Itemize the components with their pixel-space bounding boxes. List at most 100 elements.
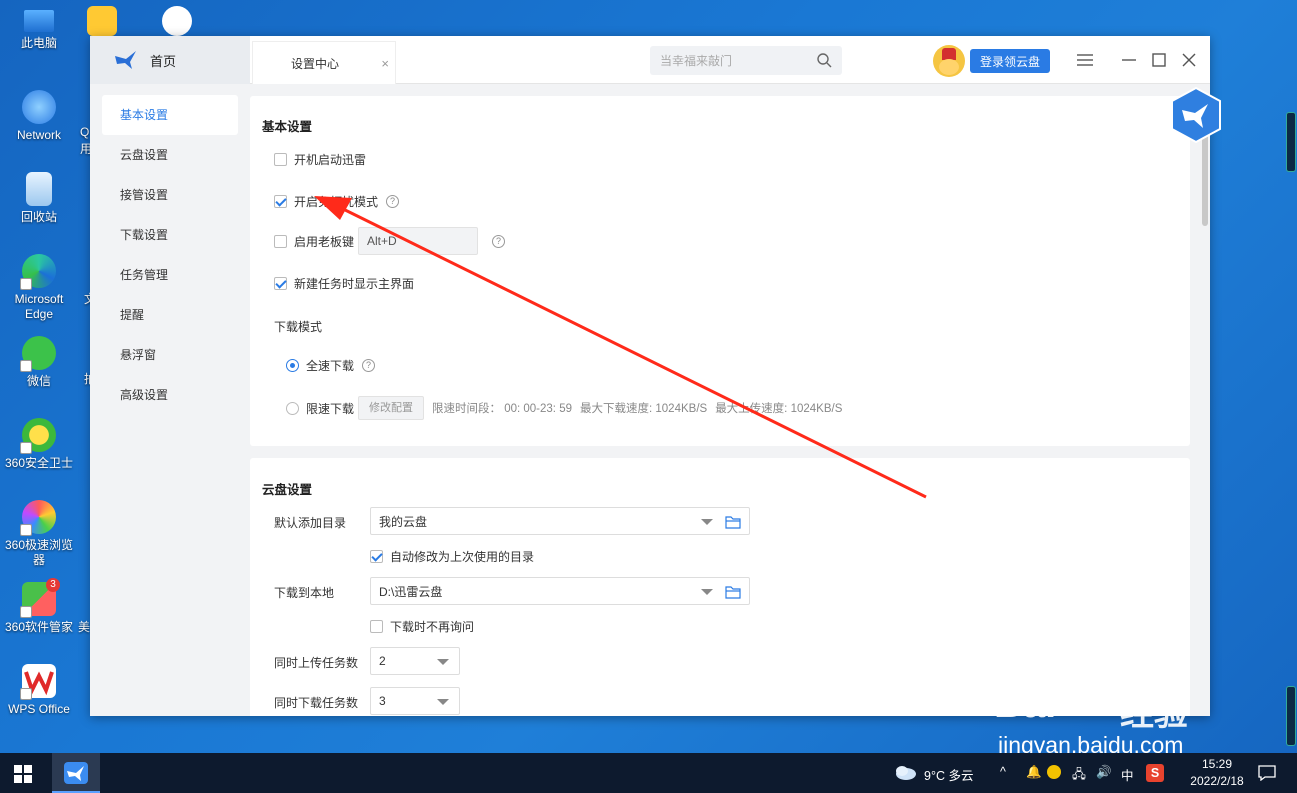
- tab-home[interactable]: 首页: [90, 36, 250, 84]
- close-tab-icon[interactable]: ×: [381, 56, 389, 71]
- help-icon[interactable]: ?: [362, 359, 376, 372]
- search-icon[interactable]: [816, 52, 832, 68]
- help-icon[interactable]: ?: [386, 195, 400, 208]
- max-upload-text: 最大上传速度: 1024KB/S: [715, 403, 843, 415]
- boss-key-field[interactable]: Alt+D: [358, 227, 479, 255]
- side-meter-widget: [1286, 686, 1296, 746]
- download-mode-label: 下载模式: [274, 320, 323, 334]
- wps-icon: [20, 664, 56, 700]
- boss-key-option[interactable]: 启用老板键 Alt+D ?: [274, 227, 506, 255]
- edge-icon: [20, 254, 56, 290]
- auto-modify-label: 自动修改为上次使用的目录: [390, 550, 535, 564]
- chevron-up-icon[interactable]: ^: [1000, 765, 1006, 779]
- thunder-taskbar-icon: [64, 762, 88, 784]
- modify-config-button[interactable]: 修改配置: [358, 396, 425, 420]
- peek-label: 美: [78, 620, 91, 634]
- sidebar-item-advanced[interactable]: 高级设置: [102, 375, 238, 415]
- folder-icon[interactable]: [725, 585, 741, 599]
- desktop-icon-recycle-bin[interactable]: 回收站: [4, 172, 74, 225]
- 360-software-icon: 3: [20, 578, 60, 618]
- help-icon[interactable]: ?: [492, 234, 506, 248]
- no-ask-label: 下载时不再询问: [390, 620, 475, 634]
- limited-speed-radio[interactable]: [286, 401, 299, 415]
- sidebar-item-basic[interactable]: 基本设置: [102, 95, 238, 135]
- max-download-text: 最大下载速度: 1024KB/S: [580, 403, 708, 415]
- desktop-icon-edge[interactable]: Microsoft Edge: [4, 254, 74, 322]
- side-meter-widget: [1286, 112, 1296, 172]
- desktop-icon-wps[interactable]: WPS Office: [4, 664, 74, 717]
- sidebar-item-download[interactable]: 下载设置: [102, 215, 238, 255]
- desktop-icon-wechat[interactable]: 微信: [4, 336, 74, 389]
- thunder-app-icon: [87, 6, 117, 36]
- default-dir-select[interactable]: 我的云盘: [370, 507, 750, 535]
- weather-cloud-icon[interactable]: [893, 764, 917, 780]
- no-ask-option[interactable]: 下载时不再询问: [370, 618, 474, 635]
- sidebar-item-reminder[interactable]: 提醒: [102, 295, 238, 335]
- desktop-icon-label: 回收站: [20, 210, 57, 224]
- boss-key-checkbox[interactable]: [274, 234, 287, 248]
- limited-speed-option[interactable]: 限速下载 修改配置 限速时间段： 00: 00-23: 59 最大下载速度: 1…: [286, 396, 842, 420]
- full-speed-radio[interactable]: [286, 359, 299, 372]
- windows-start-icon[interactable]: [14, 765, 32, 783]
- download-tasks-select[interactable]: 3: [370, 687, 460, 715]
- 360-safe-icon: [20, 418, 56, 454]
- auto-modify-option[interactable]: 自动修改为上次使用的目录: [370, 548, 534, 565]
- sidebar-item-tasks[interactable]: 任务管理: [102, 255, 238, 295]
- show-main-option[interactable]: 新建任务时显示主界面: [274, 275, 414, 292]
- bell-icon[interactable]: 🔔: [1026, 765, 1042, 780]
- sidebar-item-takeover[interactable]: 接管设置: [102, 175, 238, 215]
- minimize-icon[interactable]: [1119, 50, 1139, 70]
- login-cloud-button[interactable]: 登录领云盘: [970, 49, 1050, 73]
- network-icon[interactable]: 🖧: [1072, 765, 1086, 786]
- taskbar-thunder-app[interactable]: [52, 753, 100, 793]
- tab-settings-center[interactable]: 设置中心 ×: [252, 41, 396, 84]
- chevron-down-icon: [437, 699, 449, 705]
- show-main-checkbox[interactable]: [274, 277, 287, 290]
- auto-modify-checkbox[interactable]: [370, 550, 383, 563]
- wechat-icon: [20, 336, 56, 372]
- sidebar-item-cloud[interactable]: 云盘设置: [102, 135, 238, 175]
- desktop-icon-label: 360极速浏览器: [4, 538, 74, 567]
- local-dir-select[interactable]: D:\迅雷云盘: [370, 577, 750, 605]
- weather-text[interactable]: 9°C 多云: [924, 765, 973, 784]
- home-tab-label: 首页: [150, 53, 177, 69]
- desktop-icon-thunder[interactable]: [82, 6, 122, 40]
- no-disturb-option[interactable]: 开启免打扰模式 ?: [274, 193, 400, 210]
- desktop-icon-label: WPS Office: [8, 702, 70, 716]
- desktop-icon-this-pc[interactable]: 此电脑: [4, 6, 74, 51]
- 360-tray-icon[interactable]: [1047, 765, 1061, 779]
- clock[interactable]: 15:29 2022/2/18: [1182, 756, 1252, 790]
- desktop-icon-baidu-netdisk[interactable]: [157, 6, 197, 40]
- floating-thunder-widget-icon[interactable]: [1170, 86, 1222, 144]
- download-tasks-label: 同时下载任务数: [274, 696, 359, 710]
- sogou-ime-icon[interactable]: S: [1146, 764, 1164, 782]
- desktop-icon-360-software[interactable]: 3 360软件管家: [4, 578, 74, 635]
- clock-date: 2022/2/18: [1190, 774, 1244, 788]
- menu-icon[interactable]: [1075, 50, 1095, 70]
- taskbar: 9°C 多云 ^ 🔔 🖧 🔊 中 S 15:29 2022/2/18: [0, 753, 1297, 793]
- no-ask-checkbox[interactable]: [370, 620, 383, 633]
- desktop-icon-label: 此电脑: [20, 36, 57, 50]
- basic-settings-title: 基本设置: [262, 120, 313, 134]
- desktop-icon-360-safe[interactable]: 360安全卫士: [4, 418, 74, 471]
- startup-checkbox[interactable]: [274, 153, 287, 166]
- desktop-icon-network[interactable]: Network: [4, 90, 74, 143]
- close-window-icon[interactable]: [1179, 50, 1199, 70]
- startup-option[interactable]: 开机启动迅雷: [274, 151, 366, 168]
- volume-icon[interactable]: 🔊: [1096, 765, 1112, 780]
- search-input[interactable]: [660, 53, 810, 68]
- notification-center-icon[interactable]: [1258, 765, 1276, 781]
- no-disturb-checkbox[interactable]: [274, 195, 287, 208]
- full-speed-option[interactable]: 全速下载 ?: [286, 357, 376, 374]
- user-avatar[interactable]: [933, 45, 965, 77]
- sidebar-item-float-window[interactable]: 悬浮窗: [102, 335, 238, 375]
- title-bar: 首页 设置中心 × 登录领云盘: [90, 36, 1210, 84]
- ime-indicator[interactable]: 中: [1121, 765, 1134, 784]
- upload-tasks-select[interactable]: 2: [370, 647, 460, 675]
- local-dir-label: 下载到本地: [274, 586, 335, 600]
- desktop-icon-360-browser[interactable]: 360极速浏览器: [4, 500, 74, 568]
- desktop-icon-label: Network: [16, 128, 61, 142]
- limited-speed-label: 限速下载: [306, 401, 355, 416]
- maximize-icon[interactable]: [1149, 50, 1169, 70]
- folder-icon[interactable]: [725, 515, 741, 529]
